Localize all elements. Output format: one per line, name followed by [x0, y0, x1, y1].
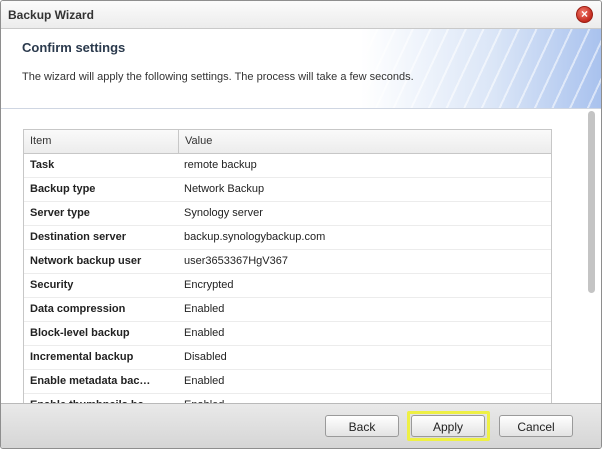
row-item-label: Incremental backup	[30, 351, 134, 363]
table-row[interactable]: Data compression Enabled	[24, 298, 551, 322]
row-value: Encrypted	[184, 279, 234, 291]
row-item-label: Enable metadata bac…	[30, 375, 151, 387]
row-item-label: Data compression	[30, 303, 126, 315]
row-item-label: Destination server	[30, 231, 126, 243]
header-decoration	[361, 29, 601, 108]
scrollbar-thumb[interactable]	[588, 111, 595, 293]
row-item-label: Block-level backup	[30, 327, 130, 339]
row-item-label: Backup type	[30, 183, 96, 195]
content-area: Item Value Task remote backup Backup type N…	[1, 109, 601, 404]
grid-body: Task remote backup Backup type Network Back…	[24, 154, 551, 404]
row-value: Synology server	[184, 207, 263, 219]
row-value: backup.synologybackup.com	[184, 231, 326, 243]
title-bar[interactable]: Backup Wizard ×	[1, 1, 601, 29]
wizard-header: Confirm settings The wizard will apply t…	[1, 29, 601, 109]
row-value: Disabled	[184, 351, 227, 363]
table-row[interactable]: Task remote backup	[24, 154, 551, 178]
row-value: remote backup	[184, 159, 257, 171]
page-title: Confirm settings	[22, 40, 126, 55]
column-header-value[interactable]: Value	[179, 130, 212, 153]
apply-button[interactable]: Apply	[411, 415, 485, 437]
backup-wizard-dialog: Backup Wizard × Confirm settings The wiz…	[0, 0, 602, 449]
window-title: Backup Wizard	[8, 8, 94, 22]
table-row[interactable]: Network backup user user3653367HgV367	[24, 250, 551, 274]
settings-grid: Item Value Task remote backup Backup type N…	[23, 129, 552, 404]
table-row[interactable]: Incremental backup Disabled	[24, 346, 551, 370]
table-row[interactable]: Backup type Network Backup	[24, 178, 551, 202]
table-row[interactable]: Server type Synology server	[24, 202, 551, 226]
column-header-item[interactable]: Item	[24, 130, 179, 153]
dialog-footer: Back Apply Cancel	[1, 403, 601, 448]
row-item-label: Security	[30, 279, 74, 291]
vertical-scrollbar[interactable]	[588, 111, 596, 403]
table-row[interactable]: Security Encrypted	[24, 274, 551, 298]
row-item-label: Task	[30, 159, 55, 171]
table-row[interactable]: Enable metadata bac… Enabled	[24, 370, 551, 394]
table-row[interactable]: Block-level backup Enabled	[24, 322, 551, 346]
row-item-label: Server type	[30, 207, 90, 219]
page-description: The wizard will apply the following sett…	[22, 71, 414, 83]
back-button[interactable]: Back	[325, 415, 399, 437]
close-icon[interactable]: ×	[576, 6, 593, 23]
table-row[interactable]: Destination server backup.synologybackup.…	[24, 226, 551, 250]
cancel-button[interactable]: Cancel	[499, 415, 573, 437]
row-value: Enabled	[184, 375, 225, 387]
row-value: user3653367HgV367	[184, 255, 288, 267]
row-value: Network Backup	[184, 183, 265, 195]
grid-header: Item Value	[24, 130, 551, 154]
row-value: Enabled	[184, 327, 225, 339]
row-item-label: Network backup user	[30, 255, 142, 267]
row-value: Enabled	[184, 303, 225, 315]
